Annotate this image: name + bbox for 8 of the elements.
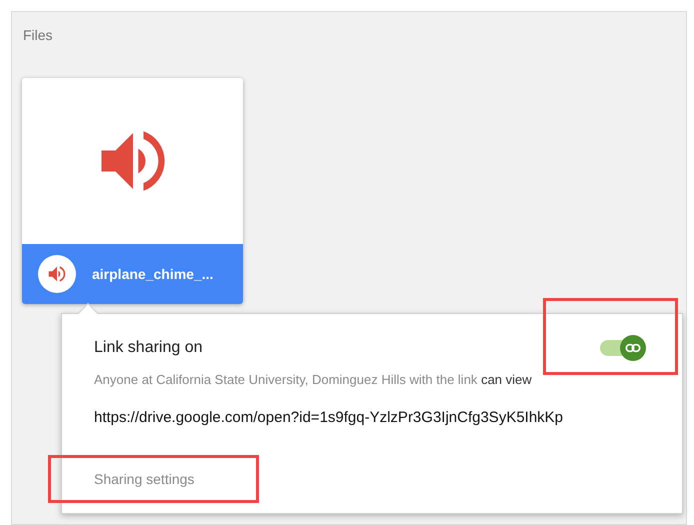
popup-title: Link sharing on xyxy=(94,338,203,358)
share-link[interactable]: https://drive.google.com/open?id=1s9fgq-YzlzPr3G3IjnCfg3SyK5IhkKp xyxy=(94,409,564,426)
sharing-settings-link[interactable]: Sharing settings xyxy=(94,471,194,487)
sharing-description: Anyone at California State University, Dominguez Hills with the link can view xyxy=(94,372,532,387)
file-name: airplane_chime_... xyxy=(92,264,214,284)
link-sharing-toggle[interactable] xyxy=(598,335,646,361)
section-title: Files xyxy=(23,27,53,43)
file-card[interactable]: airplane_chime_... xyxy=(22,78,243,304)
